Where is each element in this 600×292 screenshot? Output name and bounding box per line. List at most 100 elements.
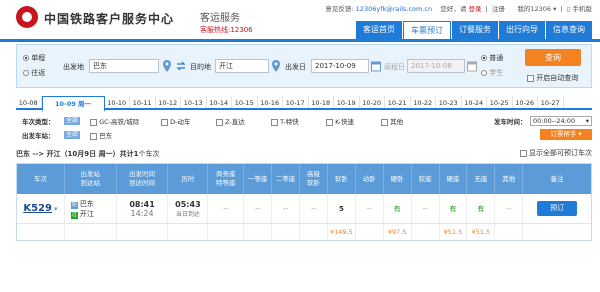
- col-times[interactable]: 出发时间 到达时间: [117, 164, 169, 194]
- date-tab[interactable]: 10-20: [360, 96, 385, 108]
- date-tab[interactable]: 10-13: [181, 96, 207, 108]
- mobile-link[interactable]: 手机版: [573, 5, 593, 13]
- duration-cell: 05:43 当日到达: [168, 194, 209, 223]
- to-label: 目的地: [190, 63, 211, 71]
- date-tab[interactable]: 10-18: [309, 96, 334, 108]
- nav-ticket-booking[interactable]: 车票预订: [403, 21, 451, 39]
- round-trip-radio[interactable]: [23, 70, 29, 76]
- filter-other[interactable]: 其他: [381, 116, 403, 126]
- train-number-cell: K529 ▾: [17, 194, 65, 223]
- table-row: K529 ▾ 始巴东 过开江 08:41 14:24 05:43 当日到达 --…: [17, 194, 591, 224]
- date-tab[interactable]: 10-08: [16, 96, 42, 108]
- book-button[interactable]: 预订: [537, 201, 578, 216]
- filter-k[interactable]: K-快速: [326, 116, 354, 126]
- nav-meal-service[interactable]: 订餐服务: [452, 21, 498, 39]
- station-all[interactable]: 全部: [64, 130, 81, 139]
- date-tab[interactable]: 10-21: [385, 96, 411, 108]
- seat-hard-seat[interactable]: 有: [440, 194, 468, 223]
- seat-first: --: [244, 194, 273, 223]
- price-no-seat: ¥51.5: [467, 224, 496, 240]
- depart-time-label: 发车时间：: [494, 118, 527, 126]
- login-link[interactable]: 登录: [468, 5, 481, 13]
- auto-query-option[interactable]: 开启自动查询: [527, 73, 578, 83]
- query-button[interactable]: 查询: [525, 49, 581, 66]
- date-tab[interactable]: 10-14: [207, 96, 232, 108]
- student-option[interactable]: 学生: [481, 68, 503, 78]
- price-soft-sleeper: ¥149.5: [328, 224, 356, 240]
- filter-z[interactable]: Z-直达: [216, 116, 245, 126]
- count-suffix: 个车次: [138, 150, 160, 158]
- adult-radio[interactable]: [481, 55, 487, 61]
- register-link[interactable]: 注册: [492, 5, 505, 13]
- col-duration[interactable]: 历时: [168, 164, 209, 194]
- price-hard-seat: ¥51.5: [440, 224, 468, 240]
- round-trip-option[interactable]: 往返: [23, 68, 45, 78]
- train-number-link[interactable]: K529: [23, 203, 52, 214]
- depart-time-select[interactable]: 00:00--24:00 ▾: [530, 116, 592, 126]
- table-header: 车次 出发站 到达站 出发时间 到达时间 历时 商务座 特等座 一等座 二等座 …: [17, 164, 591, 194]
- date-tab[interactable]: 10-10: [105, 96, 130, 108]
- date-tab[interactable]: 10-23: [436, 96, 462, 108]
- map-pin-icon[interactable]: [271, 60, 281, 72]
- date-tab[interactable]: 10-24: [462, 96, 487, 108]
- date-tab[interactable]: 10-19: [334, 96, 360, 108]
- col-hard-sleeper: 硬卧: [384, 164, 412, 194]
- return-date-input[interactable]: 2017-10-08: [407, 59, 465, 73]
- col-second-class: 二等座: [272, 164, 300, 194]
- map-pin-icon[interactable]: [162, 60, 172, 72]
- adult-option[interactable]: 普通: [481, 53, 503, 63]
- student-radio[interactable]: [481, 70, 487, 76]
- filter-station-badong[interactable]: 巴东: [90, 130, 112, 140]
- date-tab[interactable]: 10-22: [411, 96, 436, 108]
- to-station-input[interactable]: 开江: [215, 59, 269, 73]
- hotline: 客服热线:12306: [200, 26, 253, 34]
- date-tab[interactable]: 10-15: [232, 96, 258, 108]
- date-tab[interactable]: 10-16: [258, 96, 283, 108]
- filter-t[interactable]: T-特快: [271, 116, 299, 126]
- seat-no-seat[interactable]: 有: [467, 194, 496, 223]
- seat-soft-seat: --: [412, 194, 440, 223]
- one-way-option[interactable]: 单程: [23, 53, 45, 63]
- calendar-icon[interactable]: [467, 60, 477, 72]
- chevron-down-icon: ▾: [553, 5, 557, 13]
- date-tab[interactable]: 10-17: [283, 96, 309, 108]
- chevron-down-icon: ▾: [585, 117, 589, 125]
- swap-stations-icon[interactable]: [176, 60, 186, 72]
- show-all-option[interactable]: 显示全部可预订车次: [519, 148, 592, 158]
- order-helper-button[interactable]: 订票帮手 ▾: [540, 129, 592, 140]
- filter-gc[interactable]: GC-高铁/城际: [90, 116, 139, 126]
- seat-business: --: [208, 194, 245, 223]
- date-tab[interactable]: 10-25: [487, 96, 513, 108]
- calendar-icon[interactable]: [371, 60, 381, 72]
- depart-label: 出发日: [285, 63, 306, 71]
- date-tab-active[interactable]: 10-09 周一: [41, 96, 105, 112]
- seat-soft-sleeper[interactable]: 5: [328, 194, 356, 223]
- col-emu-sleeper: 动卧: [356, 164, 384, 194]
- result-summary: 巴东 --> 开江（10月9日 周一）共计1个车次: [16, 149, 159, 159]
- railway-logo-icon[interactable]: [16, 6, 38, 28]
- nav-travel-guide[interactable]: 出行向导: [499, 21, 545, 39]
- col-train: 车次: [17, 164, 65, 194]
- nav-home[interactable]: 客运首页: [356, 21, 402, 39]
- nav-info-query[interactable]: 信息查询: [546, 21, 592, 39]
- price-second: [272, 224, 300, 240]
- col-stations[interactable]: 出发站 到达站: [65, 164, 117, 194]
- date-tab[interactable]: 10-26: [513, 96, 538, 108]
- feedback-email-link[interactable]: 12306yfk@rails.com.cn: [356, 5, 432, 13]
- from-station-input[interactable]: 巴东: [89, 59, 159, 73]
- train-type-all[interactable]: 全部: [64, 116, 81, 125]
- filter-d[interactable]: D-动车: [161, 116, 190, 126]
- col-other: 其他: [495, 164, 524, 194]
- auto-query-checkbox[interactable]: [527, 74, 534, 82]
- seat-hard-sleeper[interactable]: 有: [384, 194, 412, 223]
- col-hard-seat: 硬座: [440, 164, 468, 194]
- date-tab[interactable]: 10-12: [156, 96, 181, 108]
- price-business: [208, 224, 245, 240]
- depart-date-input[interactable]: 2017-10-09: [311, 59, 369, 73]
- my-account-link[interactable]: 我的12306: [517, 5, 551, 13]
- show-all-checkbox[interactable]: [519, 149, 527, 157]
- expand-icon[interactable]: ▾: [54, 205, 58, 213]
- date-tab[interactable]: 10-27: [538, 96, 564, 108]
- date-tab[interactable]: 10-11: [130, 96, 156, 108]
- one-way-radio[interactable]: [23, 55, 29, 61]
